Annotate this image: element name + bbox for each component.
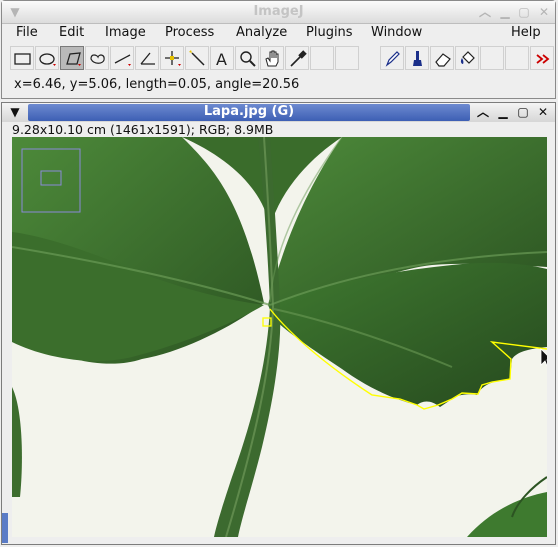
main-titlebar[interactable]: ▼ ImageJ ︿ ▁ ▢ ✕ [2,1,555,24]
blank-slot-2 [335,46,359,70]
brush-tool-icon[interactable] [405,46,429,70]
app-title: ImageJ [253,4,304,19]
menu-image[interactable]: Image [105,25,146,40]
svg-text:A: A [216,50,227,69]
maximize-icon[interactable]: ▢ [514,104,532,120]
menu-process[interactable]: Process [165,25,214,40]
point-tool-icon[interactable] [160,46,184,70]
menu-edit[interactable]: Edit [59,25,84,40]
flood-fill-tool-icon[interactable] [455,46,479,70]
menu-help[interactable]: Help [511,25,541,40]
image-canvas[interactable] [12,137,547,537]
blank-slot-3 [480,46,504,70]
magnifier-tool-icon[interactable] [235,46,259,70]
polygon-tool-icon[interactable] [60,46,84,70]
window-edge-strip [2,513,8,543]
image-titlebar[interactable]: ▼ Lapa.jpg (G) ︿ ▁ ▢ ✕ [2,103,555,122]
window-menu-icon[interactable]: ▼ [6,104,24,120]
menu-window[interactable]: Window [371,25,422,40]
dropper-tool-icon[interactable] [285,46,309,70]
tool-bar: A [10,46,556,71]
minimize-icon[interactable]: ▁ [494,104,512,120]
blank-slot-1 [310,46,334,70]
menu-plugins[interactable]: Plugins [306,25,353,40]
freehand-tool-icon[interactable] [85,46,109,70]
pencil-tool-icon[interactable] [380,46,404,70]
angle-tool-icon[interactable] [135,46,159,70]
wand-tool-icon[interactable] [185,46,209,70]
status-line: x=6.46, y=5.06, length=0.05, angle=20.56 [14,77,300,92]
menu-bar: File Edit Image Process Analyze Plugins … [2,23,555,43]
shade-icon[interactable]: ︿ [474,104,492,120]
eraser-tool-icon[interactable] [430,46,454,70]
image-window: ▼ Lapa.jpg (G) ︿ ▁ ▢ ✕ 9.28x10.10 cm (14… [1,102,556,545]
line-tool-icon[interactable] [110,46,134,70]
oval-tool-icon[interactable] [35,46,59,70]
minimize-icon[interactable]: ▁ [496,4,514,20]
more-tools-icon[interactable] [530,46,554,70]
image-info: 9.28x10.10 cm (1461x1591); RGB; 8.9MB [12,122,274,137]
menu-file[interactable]: File [16,25,38,40]
close-icon[interactable]: ✕ [535,4,553,20]
leaf-image [12,137,547,537]
menu-analyze[interactable]: Analyze [236,25,287,40]
blank-slot-4 [505,46,529,70]
hand-tool-icon[interactable] [260,46,284,70]
imagej-main-window: ▼ ImageJ ︿ ▁ ▢ ✕ File Edit Image Process… [1,0,556,99]
maximize-icon[interactable]: ▢ [515,4,533,20]
shade-icon[interactable]: ︿ [476,4,494,20]
image-title: Lapa.jpg (G) [203,104,295,119]
rectangle-tool-icon[interactable] [10,46,34,70]
text-tool-icon[interactable]: A [210,46,234,70]
close-icon[interactable]: ✕ [534,104,552,120]
